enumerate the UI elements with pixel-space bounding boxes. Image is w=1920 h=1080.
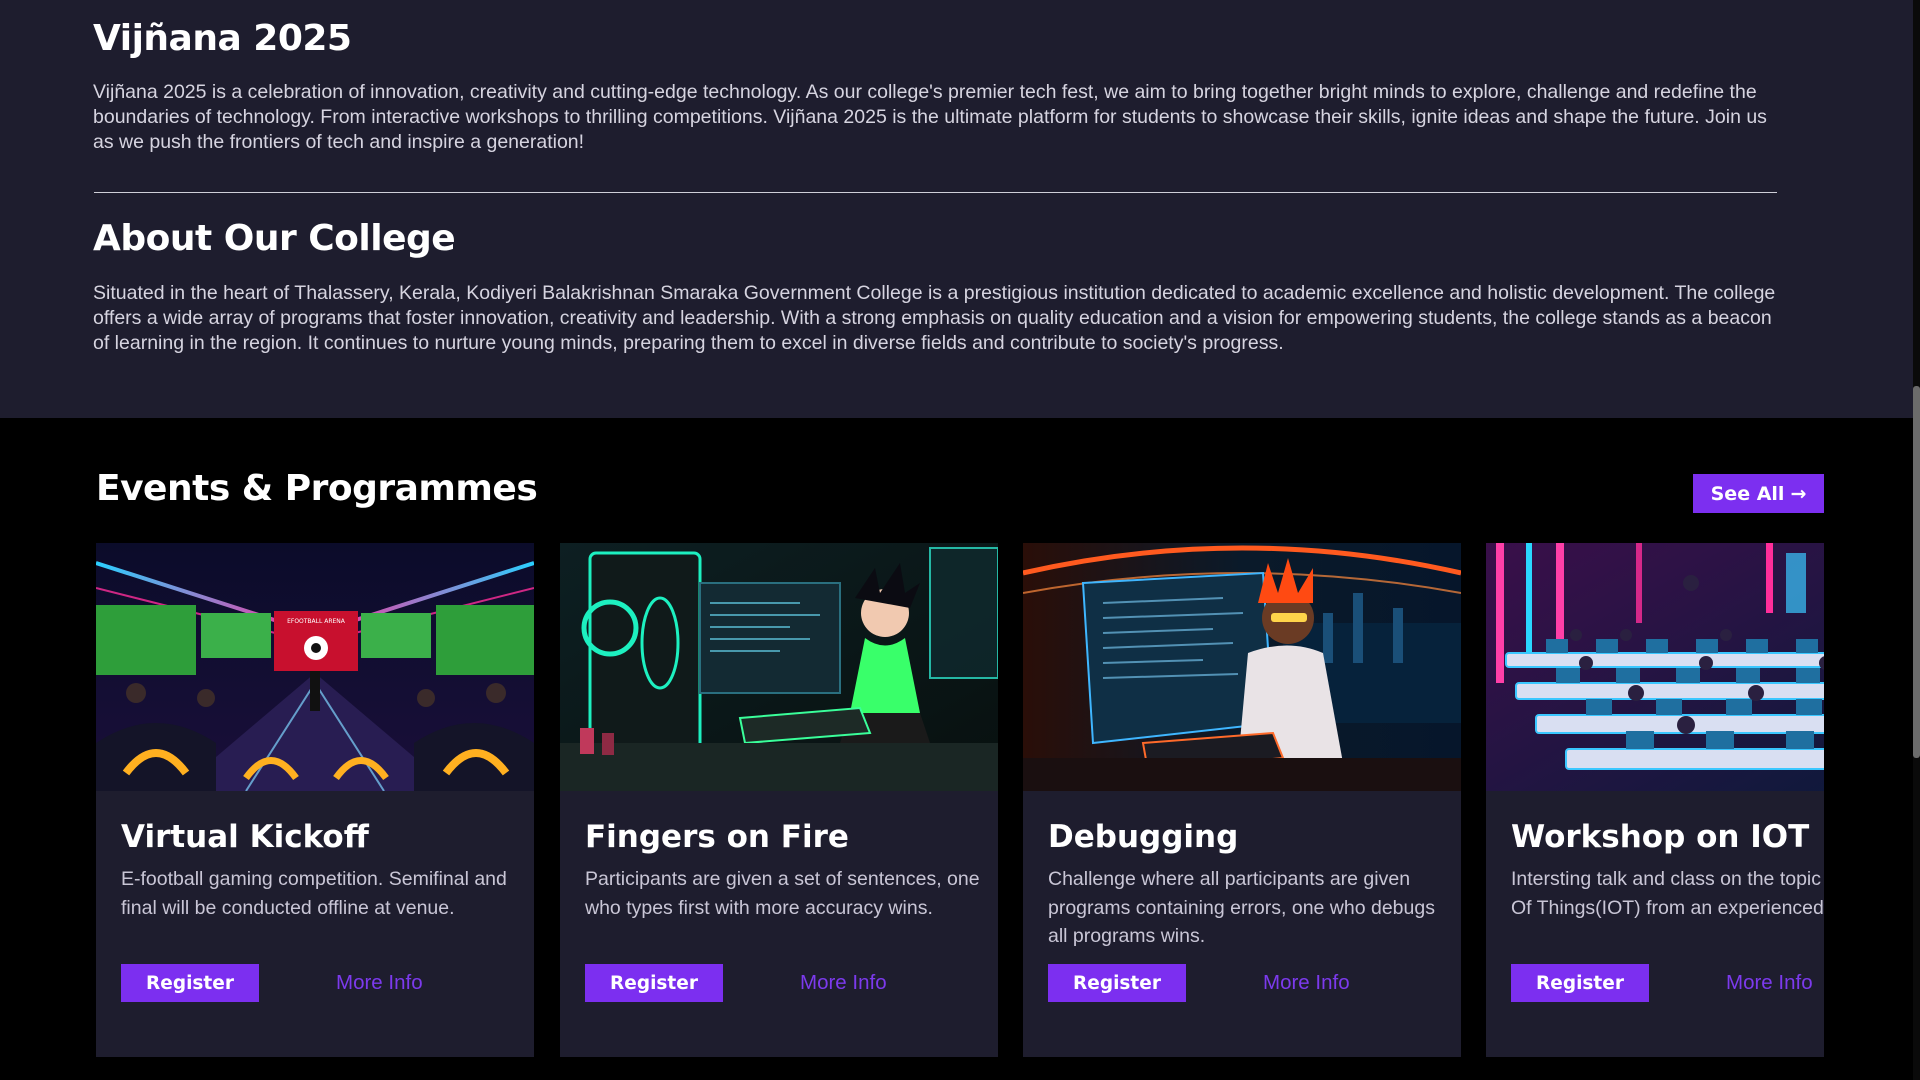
event-image-virtual-kickoff: EFOOTBALL ARENA — [96, 543, 534, 791]
arena-sign: EFOOTBALL ARENA — [287, 618, 346, 625]
more-info-link[interactable]: More Info — [1263, 971, 1350, 995]
more-info-link[interactable]: More Info — [1726, 971, 1813, 995]
event-description: E-football gaming competition. Semifinal… — [121, 868, 507, 919]
about-description: Situated in the heart of Thalassery, Ker… — [93, 282, 1776, 354]
more-info-link[interactable]: More Info — [800, 971, 887, 995]
scrollbar-thumb[interactable] — [1913, 386, 1920, 758]
event-card-fingers-on-fire: Fingers on Fire Participants are given a… — [560, 543, 998, 1057]
event-description: Intersting talk and class on the topic I… — [1511, 868, 1824, 919]
see-all-button[interactable]: See All → — [1693, 474, 1824, 513]
event-card-workshop-iot: Workshop on IOT Intersting talk and clas… — [1486, 543, 1824, 1057]
event-title: Debugging — [1048, 819, 1239, 855]
event-title: Fingers on Fire — [585, 819, 849, 855]
see-all-label: See All — [1710, 482, 1785, 505]
arrow-right-icon: → — [1790, 482, 1807, 505]
event-image-fingers-on-fire — [560, 543, 998, 791]
register-button[interactable]: Register — [1511, 964, 1649, 1002]
event-card-debugging: Debugging Challenge where all participan… — [1023, 543, 1461, 1057]
fest-description: Vijñana 2025 is a celebration of innovat… — [93, 81, 1767, 153]
event-image-debugging — [1023, 543, 1461, 791]
register-button[interactable]: Register — [1048, 964, 1186, 1002]
event-cards: EFOOTBALL ARENA Virtual Kickoff E-footba… — [96, 543, 1824, 1057]
about-title: About Our College — [93, 218, 456, 259]
intro-section: Vijñana 2025 Vijñana 2025 is a celebrati… — [0, 0, 1913, 418]
register-button[interactable]: Register — [121, 964, 259, 1002]
event-card-virtual-kickoff: EFOOTBALL ARENA Virtual Kickoff E-footba… — [96, 543, 534, 1057]
event-description: Challenge where all participants are giv… — [1048, 868, 1435, 947]
event-title: Virtual Kickoff — [121, 819, 369, 855]
event-image-workshop-iot — [1486, 543, 1824, 791]
events-title: Events & Programmes — [96, 468, 538, 509]
register-button[interactable]: Register — [585, 964, 723, 1002]
fest-title: Vijñana 2025 — [93, 18, 352, 59]
more-info-link[interactable]: More Info — [336, 971, 423, 995]
event-title: Workshop on IOT — [1511, 819, 1810, 855]
event-description: Participants are given a set of sentence… — [585, 868, 980, 919]
section-divider — [94, 192, 1777, 193]
